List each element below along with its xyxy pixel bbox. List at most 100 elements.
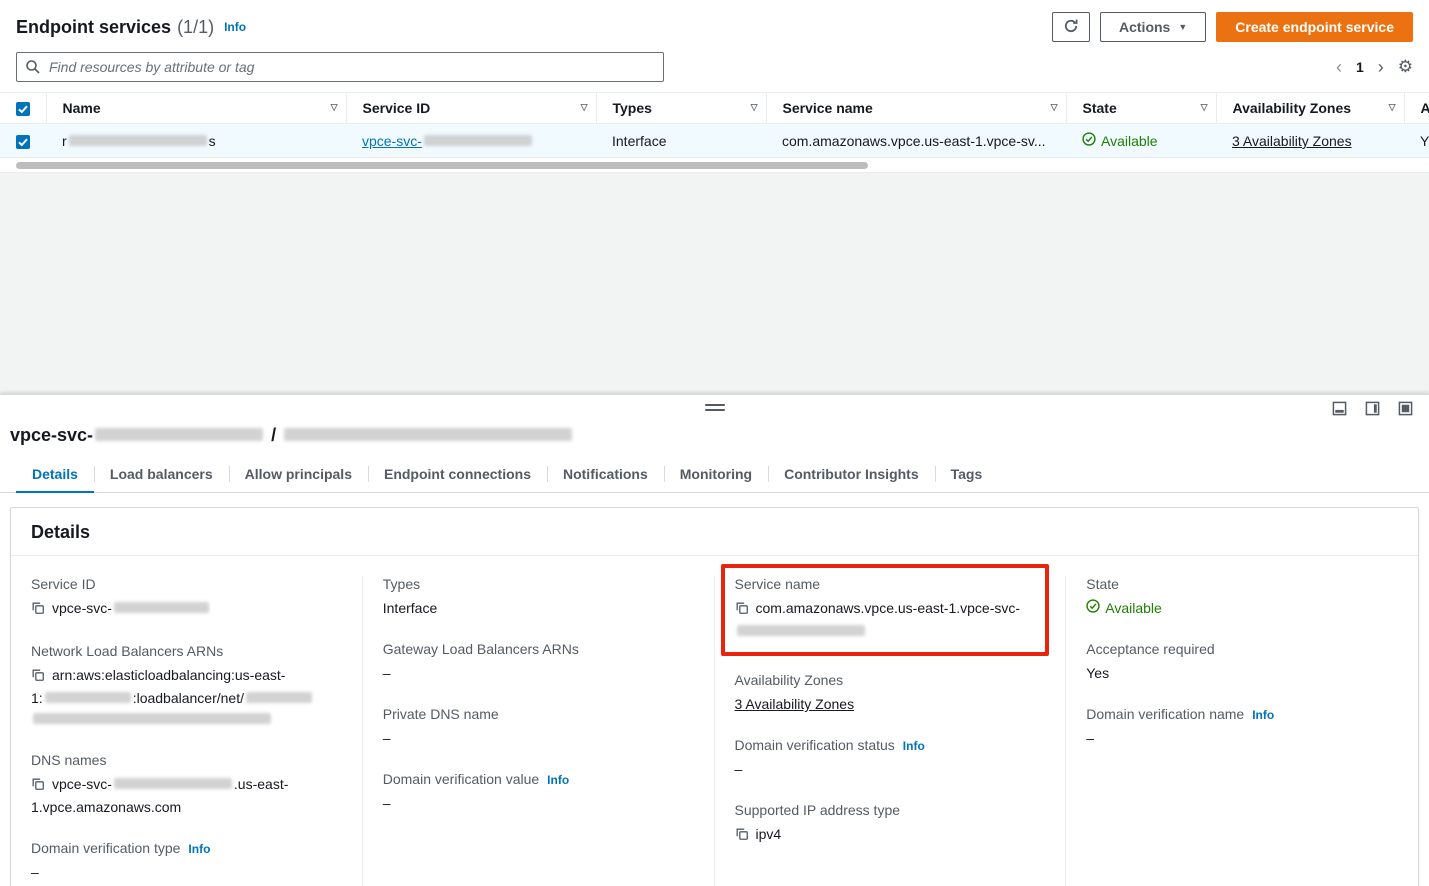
horizontal-scrollbar-track[interactable] — [0, 160, 1429, 172]
horizontal-scrollbar-thumb[interactable] — [16, 162, 868, 169]
split-panel-layout-controls — [1332, 401, 1413, 416]
split-panel-header-row — [0, 395, 1429, 423]
check-circle-icon — [1086, 598, 1100, 619]
detail-tabs: Details Load balancers Allow principals … — [0, 456, 1429, 493]
service-name-value: com.amazonaws.vpce.us-east-1.vpce-svc- — [735, 598, 1036, 642]
field-glb-arns: Gateway Load Balancers ARNs – — [383, 641, 694, 684]
search-input[interactable] — [16, 52, 664, 82]
row-checkbox[interactable] — [16, 135, 30, 149]
redacted-text — [114, 778, 232, 789]
cell-service-name: com.amazonaws.vpce.us-east-1.vpce-sv... — [766, 124, 1066, 158]
select-all-checkbox[interactable] — [16, 102, 30, 116]
filter-row: ‹ 1 › ⚙ — [0, 48, 1429, 92]
split-panel-drag-handle[interactable] — [705, 404, 725, 414]
preferences-gear-icon[interactable]: ⚙ — [1398, 57, 1413, 77]
copy-icon[interactable] — [31, 600, 45, 621]
column-header-state[interactable]: State ▽ — [1066, 93, 1216, 124]
cell-name: rs — [46, 124, 346, 158]
split-panel-side-position-icon[interactable] — [1365, 401, 1380, 416]
details-column-2: Types Interface Gateway Load Balancers A… — [363, 576, 715, 886]
column-filter-icon[interactable]: ▽ — [751, 102, 758, 113]
copy-icon[interactable] — [31, 667, 45, 688]
previous-page-icon[interactable]: ‹ — [1336, 58, 1342, 76]
page-header: Endpoint services (1/1) Info Actions ▼ C… — [0, 0, 1429, 48]
page-title: Endpoint services — [16, 17, 171, 38]
copy-icon[interactable] — [735, 600, 749, 621]
row-select-cell[interactable] — [0, 124, 46, 158]
actions-dropdown-button[interactable]: Actions ▼ — [1100, 12, 1206, 42]
field-types: Types Interface — [383, 576, 694, 619]
dns-names-value: vpce-svc-.us-east- 1.vpce.amazonaws.com — [31, 774, 342, 818]
info-link[interactable]: Info — [903, 739, 925, 753]
tab-allow-principals[interactable]: Allow principals — [229, 456, 368, 492]
tab-monitoring[interactable]: Monitoring — [664, 456, 768, 492]
cell-service-id: vpce-svc- — [346, 124, 596, 158]
field-domain-verification-status: Domain verification statusInfo – — [735, 737, 1046, 780]
cell-types: Interface — [596, 124, 766, 158]
info-link[interactable]: Info — [188, 842, 210, 856]
column-filter-icon[interactable]: ▽ — [331, 102, 338, 113]
column-header-types[interactable]: Types ▽ — [596, 93, 766, 124]
copy-icon[interactable] — [31, 776, 45, 797]
detail-split-panel: vpce-svc-/ Details Load balancers Allow … — [0, 394, 1429, 886]
field-availability-zones: Availability Zones 3 Availability Zones — [735, 672, 1046, 715]
tab-contributor-insights[interactable]: Contributor Insights — [768, 456, 935, 492]
tab-notifications[interactable]: Notifications — [547, 456, 664, 492]
content-background — [0, 172, 1429, 394]
annotation-highlight-box: Service name com.amazonaws.vpce.us-east-… — [721, 564, 1050, 656]
details-column-3: Service name com.amazonaws.vpce.us-east-… — [715, 576, 1067, 886]
field-domain-verification-type: Domain verification typeInfo – — [31, 840, 342, 883]
field-acceptance-required: Acceptance required Yes — [1086, 641, 1398, 684]
header-actions: Actions ▼ Create endpoint service — [1052, 12, 1413, 42]
search-box — [16, 52, 664, 82]
field-dns-names: DNS names vpce-svc-.us-east- 1.vpce.amaz… — [31, 752, 342, 818]
split-panel-window-position-icon[interactable] — [1398, 401, 1413, 416]
column-header-service-id[interactable]: Service ID ▽ — [346, 93, 596, 124]
resource-count: (1/1) — [177, 17, 214, 38]
field-nlb-arns: Network Load Balancers ARNs arn:aws:elas… — [31, 643, 342, 730]
table-header-row: Name ▽ Service ID ▽ Types ▽ Service name… — [0, 93, 1429, 124]
column-header-acceptance-truncated[interactable]: A — [1404, 93, 1429, 124]
chevron-down-icon: ▼ — [1178, 22, 1187, 32]
table-container: Name ▽ Service ID ▽ Types ▽ Service name… — [0, 92, 1429, 172]
availability-zones-link[interactable]: 3 Availability Zones — [1232, 133, 1352, 149]
supported-ip-value: ipv4 — [735, 824, 1046, 847]
column-filter-icon[interactable]: ▽ — [1201, 102, 1208, 113]
table-row[interactable]: rs vpce-svc- Interface com.amazonaws.vpc… — [0, 124, 1429, 158]
info-link[interactable]: Info — [547, 773, 569, 787]
availability-zones-link[interactable]: 3 Availability Zones — [735, 696, 855, 712]
details-heading: Details — [31, 522, 1398, 543]
cell-acceptance-truncated: Y — [1404, 124, 1429, 158]
field-supported-ip-address-type: Supported IP address type ipv4 — [735, 802, 1046, 847]
copy-icon[interactable] — [735, 826, 749, 847]
column-header-availability-zones[interactable]: Availability Zones ▽ — [1216, 93, 1404, 124]
select-all-header[interactable] — [0, 93, 46, 124]
tab-endpoint-connections[interactable]: Endpoint connections — [368, 456, 547, 492]
column-filter-icon[interactable]: ▽ — [1389, 102, 1396, 113]
redacted-text — [95, 428, 263, 441]
info-link[interactable]: Info — [1252, 708, 1274, 722]
tab-details[interactable]: Details — [16, 456, 94, 493]
split-panel-bottom-position-icon[interactable] — [1332, 401, 1347, 416]
service-id-link[interactable]: vpce-svc- — [362, 133, 534, 149]
page-number[interactable]: 1 — [1356, 59, 1364, 75]
field-service-name: Service name com.amazonaws.vpce.us-east-… — [735, 576, 1036, 642]
next-page-icon[interactable]: › — [1378, 58, 1384, 76]
redacted-text — [45, 692, 131, 703]
column-header-service-name[interactable]: Service name ▽ — [766, 93, 1066, 124]
redacted-text — [284, 428, 572, 441]
redacted-text — [114, 602, 209, 613]
service-id-value: vpce-svc- — [31, 598, 342, 621]
column-header-name[interactable]: Name ▽ — [46, 93, 346, 124]
field-state: State Available — [1086, 576, 1398, 619]
create-endpoint-service-button[interactable]: Create endpoint service — [1216, 12, 1413, 42]
details-card-body: Service ID vpce-svc- Network Load Balanc… — [11, 556, 1418, 886]
refresh-button[interactable] — [1052, 12, 1090, 42]
page-info-link[interactable]: Info — [224, 20, 246, 34]
pagination: ‹ 1 › ⚙ — [1336, 57, 1413, 77]
redacted-text — [737, 625, 865, 636]
tab-tags[interactable]: Tags — [935, 456, 999, 492]
column-filter-icon[interactable]: ▽ — [1051, 102, 1058, 113]
tab-load-balancers[interactable]: Load balancers — [94, 456, 229, 492]
column-filter-icon[interactable]: ▽ — [581, 102, 588, 113]
